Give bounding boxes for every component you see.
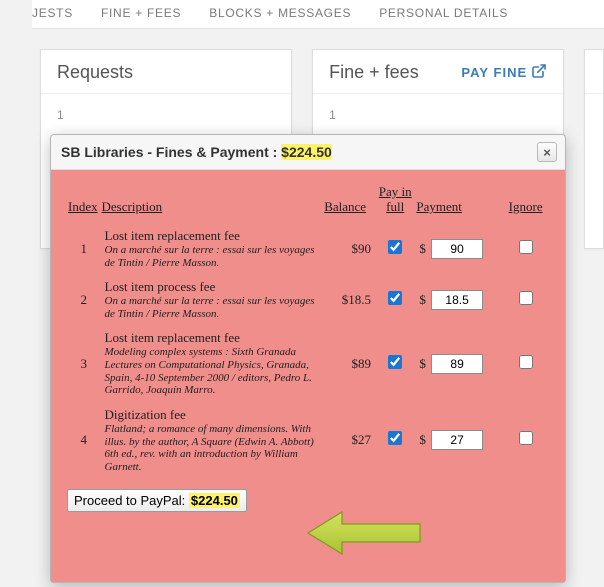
th-ignore: Ignore	[502, 184, 549, 223]
th-description: Description	[101, 184, 324, 223]
payment-input[interactable]	[431, 354, 483, 374]
proceed-paypal-button[interactable]: Proceed to PayPal: $224.50	[67, 489, 247, 512]
pay-in-full-checkbox[interactable]	[388, 431, 402, 445]
cell-balance: $18.5	[323, 274, 375, 325]
payment-input[interactable]	[431, 430, 483, 450]
arrow-callout-icon	[304, 510, 424, 556]
close-icon: ×	[543, 145, 551, 160]
table-row: 2 Lost item process fee On a marché sur …	[67, 274, 549, 325]
table-row: 4 Digitization fee Flatland; a romance o…	[67, 402, 549, 479]
fee-name: Lost item replacement fee	[105, 228, 320, 244]
cell-index: 3	[67, 325, 101, 402]
fee-note: Flatland; a romance of many dimensions. …	[105, 423, 320, 474]
dialog-close-button[interactable]: ×	[537, 142, 557, 162]
payment-input[interactable]	[431, 239, 483, 259]
cell-index: 2	[67, 274, 101, 325]
card-fines-count: 1	[329, 108, 336, 122]
fee-note: On a marché sur la terre : essai sur les…	[105, 295, 320, 320]
dialog-title-amount: $224.50	[281, 144, 332, 160]
ignore-checkbox[interactable]	[519, 355, 533, 369]
fee-name: Digitization fee	[105, 407, 320, 423]
top-tabs: JESTS FINE + FEES BLOCKS + MESSAGES PERS…	[32, 0, 604, 29]
dollar-icon: $	[419, 292, 426, 308]
fee-note: On a marché sur la terre : essai sur les…	[105, 244, 320, 269]
dollar-icon: $	[419, 356, 426, 372]
dollar-icon: $	[419, 241, 426, 257]
tab-fines[interactable]: FINE + FEES	[101, 6, 181, 20]
pay-fine-label: PAY FINE	[461, 65, 527, 80]
proceed-prefix: Proceed to PayPal:	[74, 493, 189, 508]
proceed-amount: $224.50	[189, 493, 240, 508]
tab-requests[interactable]: JESTS	[32, 6, 73, 20]
tab-blocks[interactable]: BLOCKS + MESSAGES	[209, 6, 351, 20]
card-fines-title: Fine + fees	[329, 62, 419, 83]
card-right-clipped	[584, 49, 604, 249]
pay-in-full-checkbox[interactable]	[388, 355, 402, 369]
fee-name: Lost item process fee	[105, 279, 320, 295]
card-requests-title: Requests	[57, 62, 133, 83]
dollar-icon: $	[419, 432, 426, 448]
card-requests-count: 1	[57, 108, 64, 122]
th-pay-in-full: Pay in full	[375, 184, 415, 223]
dialog-body: Index Description Balance Pay in full Pa…	[51, 170, 565, 582]
ignore-checkbox[interactable]	[519, 240, 533, 254]
th-payment: Payment	[415, 184, 502, 223]
external-link-icon	[531, 63, 547, 82]
cell-index: 4	[67, 402, 101, 479]
fees-table: Index Description Balance Pay in full Pa…	[67, 184, 549, 479]
pay-in-full-checkbox[interactable]	[388, 291, 402, 305]
table-row: 1 Lost item replacement fee On a marché …	[67, 223, 549, 274]
cell-balance: $27	[323, 402, 375, 479]
dialog-titlebar: SB Libraries - Fines & Payment : $224.50…	[51, 135, 565, 170]
table-row: 3 Lost item replacement fee Modeling com…	[67, 325, 549, 402]
fee-name: Lost item replacement fee	[105, 330, 320, 346]
ignore-checkbox[interactable]	[519, 291, 533, 305]
payment-input[interactable]	[431, 290, 483, 310]
cell-balance: $90	[323, 223, 375, 274]
cell-balance: $89	[323, 325, 375, 402]
ignore-checkbox[interactable]	[519, 431, 533, 445]
th-index: Index	[67, 184, 101, 223]
fines-dialog: SB Libraries - Fines & Payment : $224.50…	[50, 134, 566, 583]
th-balance: Balance	[323, 184, 375, 223]
fee-note: Modeling complex systems : Sixth Granada…	[105, 346, 320, 397]
pay-fine-link[interactable]: PAY FINE	[461, 63, 547, 82]
pay-in-full-checkbox[interactable]	[388, 240, 402, 254]
cell-index: 1	[67, 223, 101, 274]
tab-personal[interactable]: PERSONAL DETAILS	[379, 6, 508, 20]
dialog-title-prefix: SB Libraries - Fines & Payment :	[61, 144, 281, 160]
